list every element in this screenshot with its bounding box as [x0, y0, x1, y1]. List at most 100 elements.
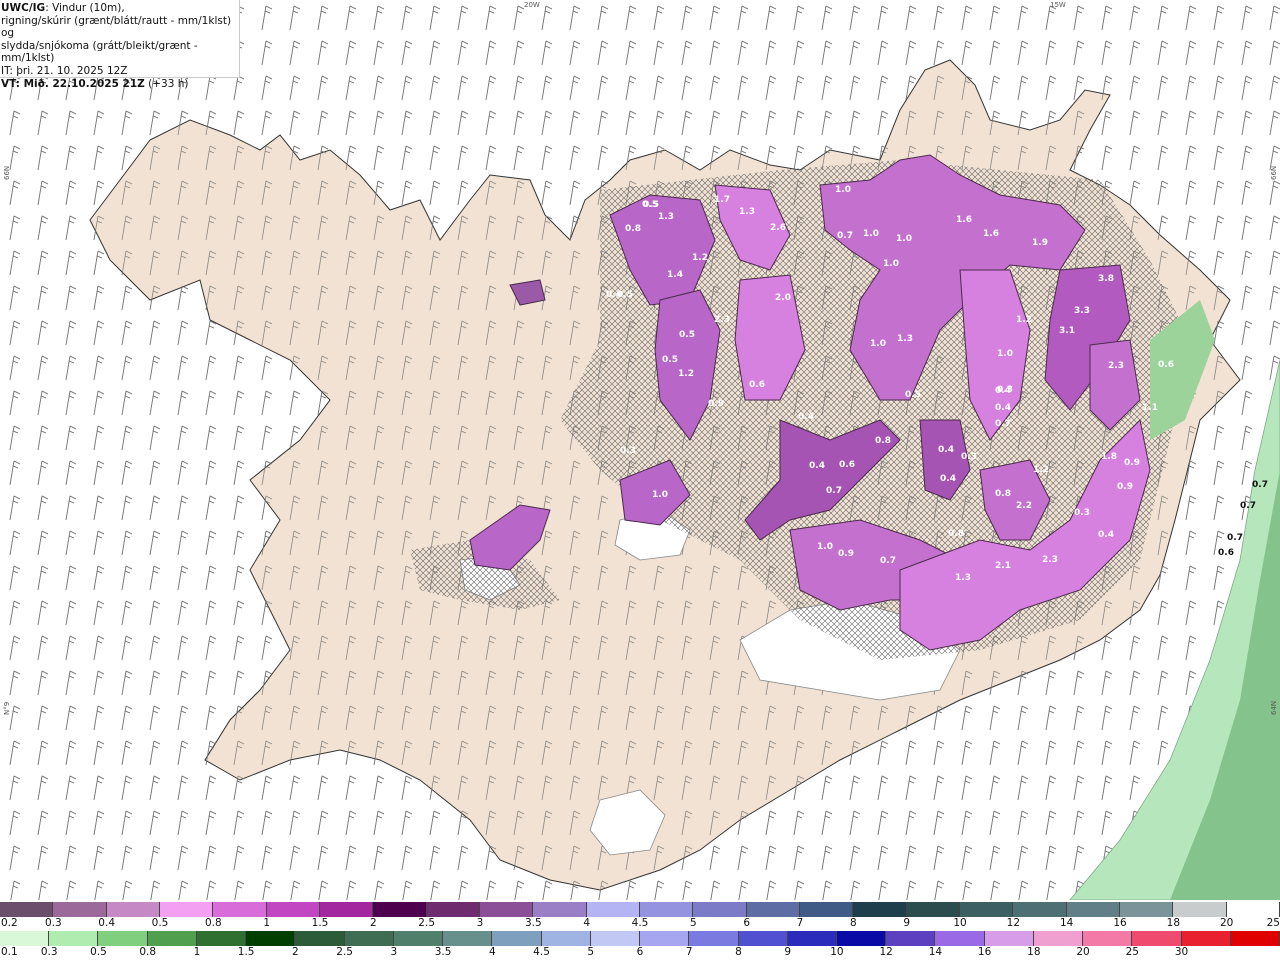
precip-value-label: 0.9	[838, 549, 854, 559]
precip-value-label: 1.2	[692, 253, 708, 263]
precip-value-label: 1.2	[678, 369, 694, 379]
legend-tick-label: 10	[830, 946, 844, 958]
legend-swatch	[693, 902, 747, 917]
legend-swatch	[49, 931, 99, 946]
precip-value-label: 0.7	[995, 419, 1011, 429]
legend-swatch	[159, 902, 214, 917]
precip-value-label: 0.4	[995, 403, 1011, 413]
legend-tick-label: 7	[685, 946, 693, 958]
legend-tick-label: 10	[953, 917, 967, 929]
legend-swatch	[799, 902, 854, 917]
legend-tick-label: 4	[488, 946, 496, 958]
precip-value-label: 0.8	[948, 529, 964, 539]
legend-swatch	[426, 902, 480, 917]
precip-value-label: 1.3	[658, 212, 674, 222]
coord-label-right-a: 66N	[1270, 165, 1278, 180]
legend-swatch	[373, 902, 427, 917]
legend-rain: 0.1 0.3 0.5 0.8 1 1.5 2 2.5 3 3.5 4 4.5 5 6 7 8 9 10 12 14 1…	[0, 931, 1280, 961]
legend-tick-label: 9	[784, 946, 792, 958]
legend-swatch	[98, 931, 148, 946]
model-name: UWC/IG	[1, 2, 46, 14]
legend-tick-label: 8	[735, 946, 742, 958]
precip-value-label: 1.0	[896, 234, 912, 244]
precip-value-label: 3.1	[1059, 326, 1075, 336]
legend-swatch	[196, 931, 247, 946]
coord-label-left-a: 66N	[3, 165, 11, 180]
precip-value-label: 0.8	[995, 489, 1011, 499]
legend-swatch	[836, 931, 887, 946]
legend-swatch	[787, 931, 837, 946]
legend-tick-label: 20	[1076, 946, 1090, 958]
legend-swatch	[640, 931, 690, 946]
rain-value-label: 0.7	[1240, 501, 1256, 511]
legend-swatch	[590, 931, 641, 946]
legend-tick-label: 20	[1219, 917, 1234, 929]
legend-swatch	[586, 902, 640, 917]
legend-swatch	[689, 931, 739, 946]
precip-value-label: 0.3	[961, 452, 977, 462]
legend-swatch	[959, 902, 1014, 917]
legend-swatch	[1230, 931, 1280, 946]
precip-value-label: 0.9	[1117, 482, 1133, 492]
precip-value-label: 0.3	[620, 446, 636, 456]
legend-tick-label: 18	[1166, 917, 1181, 929]
precip-value-label: 0.7	[880, 556, 896, 566]
rain-value-label: 0.7	[1227, 533, 1243, 543]
precip-value-label: 1.6	[983, 229, 999, 239]
legend-tick-label: 14	[1059, 917, 1074, 929]
legend-rain-bar	[0, 931, 1280, 946]
precip-value-label: 0.4	[995, 386, 1011, 396]
legend-tick-label: 0.1	[1, 946, 18, 958]
legend-swatch	[886, 931, 936, 946]
legend-tick-label: 25	[1266, 917, 1280, 929]
legend-swatch	[147, 931, 197, 946]
precip-value-label: 1.0	[652, 490, 668, 500]
legend-tick-label: 5	[689, 917, 697, 929]
coord-label-top-b: 15W	[1050, 1, 1066, 9]
precip-value-label: 1.3	[897, 334, 913, 344]
precip-value-label: 1.3	[739, 207, 755, 217]
legend-tick-label: 7	[796, 917, 804, 929]
precip-value-label: 0.9	[1124, 458, 1140, 468]
precip-value-label: 0.8	[625, 224, 641, 234]
legend-swatch	[0, 902, 54, 917]
legend-swatch	[479, 902, 534, 917]
legend-swatch	[393, 931, 444, 946]
precip-value-label: 0.3	[1074, 508, 1090, 518]
precip-value-label: 0.5	[662, 355, 678, 365]
legend-tick-label: 16	[977, 946, 992, 958]
vt-line: VT: Mið. 22.10.2025 21Z	[1, 77, 145, 90]
legend-swatch	[1083, 931, 1133, 946]
legend-tick-label: 3.5	[434, 946, 452, 958]
legend-tick-label: 2	[292, 946, 299, 958]
legend-tick-label: 0.8	[204, 917, 222, 929]
legend-tick-label: 1.5	[237, 946, 255, 958]
rain-value-label: 0.6	[1218, 548, 1234, 558]
legend-tick-label: 0.4	[98, 917, 116, 929]
legend-swatch	[1226, 902, 1280, 917]
legend-tick-label: 16	[1113, 917, 1127, 929]
precip-value-label: 1.0	[870, 339, 886, 349]
legend-swatch	[533, 902, 587, 917]
precip-value-label: 1.0	[863, 229, 879, 239]
precip-value-label: 0.4	[809, 461, 825, 471]
precip-value-label: 1.9	[1032, 238, 1048, 248]
precip-value-label: 1.7	[714, 195, 730, 205]
legend-rain-ticks: 0.1 0.3 0.5 0.8 1 1.5 2 2.5 3 3.5 4 4.5 5 6 7 8 9 10 12 14 1…	[0, 946, 1280, 960]
precip-value-label: 1.1	[1142, 403, 1158, 413]
legend-tick-label: 3.5	[524, 917, 542, 929]
legend-tick-label: 30	[1174, 946, 1189, 958]
legend-swatch	[266, 902, 320, 917]
precip-value-label: 0.4	[1098, 530, 1114, 540]
legend-tick-label: 0.3	[44, 917, 62, 929]
precip-value-label: 0.5	[905, 390, 921, 400]
desc-line-3: slydda/snjókoma (grátt/bleikt/grænt - mm…	[1, 39, 198, 65]
legend-swatch	[319, 902, 374, 917]
precip-value-label: 1.8	[1101, 452, 1117, 462]
legend-tick-label: 2.5	[336, 946, 353, 958]
legend-swatch	[935, 931, 985, 946]
rain-value-label: 0.7	[1252, 480, 1268, 490]
precip-value-label: 2.1	[995, 561, 1011, 571]
legend-tick-label: 12	[1006, 917, 1021, 929]
legend-swatch	[541, 931, 591, 946]
